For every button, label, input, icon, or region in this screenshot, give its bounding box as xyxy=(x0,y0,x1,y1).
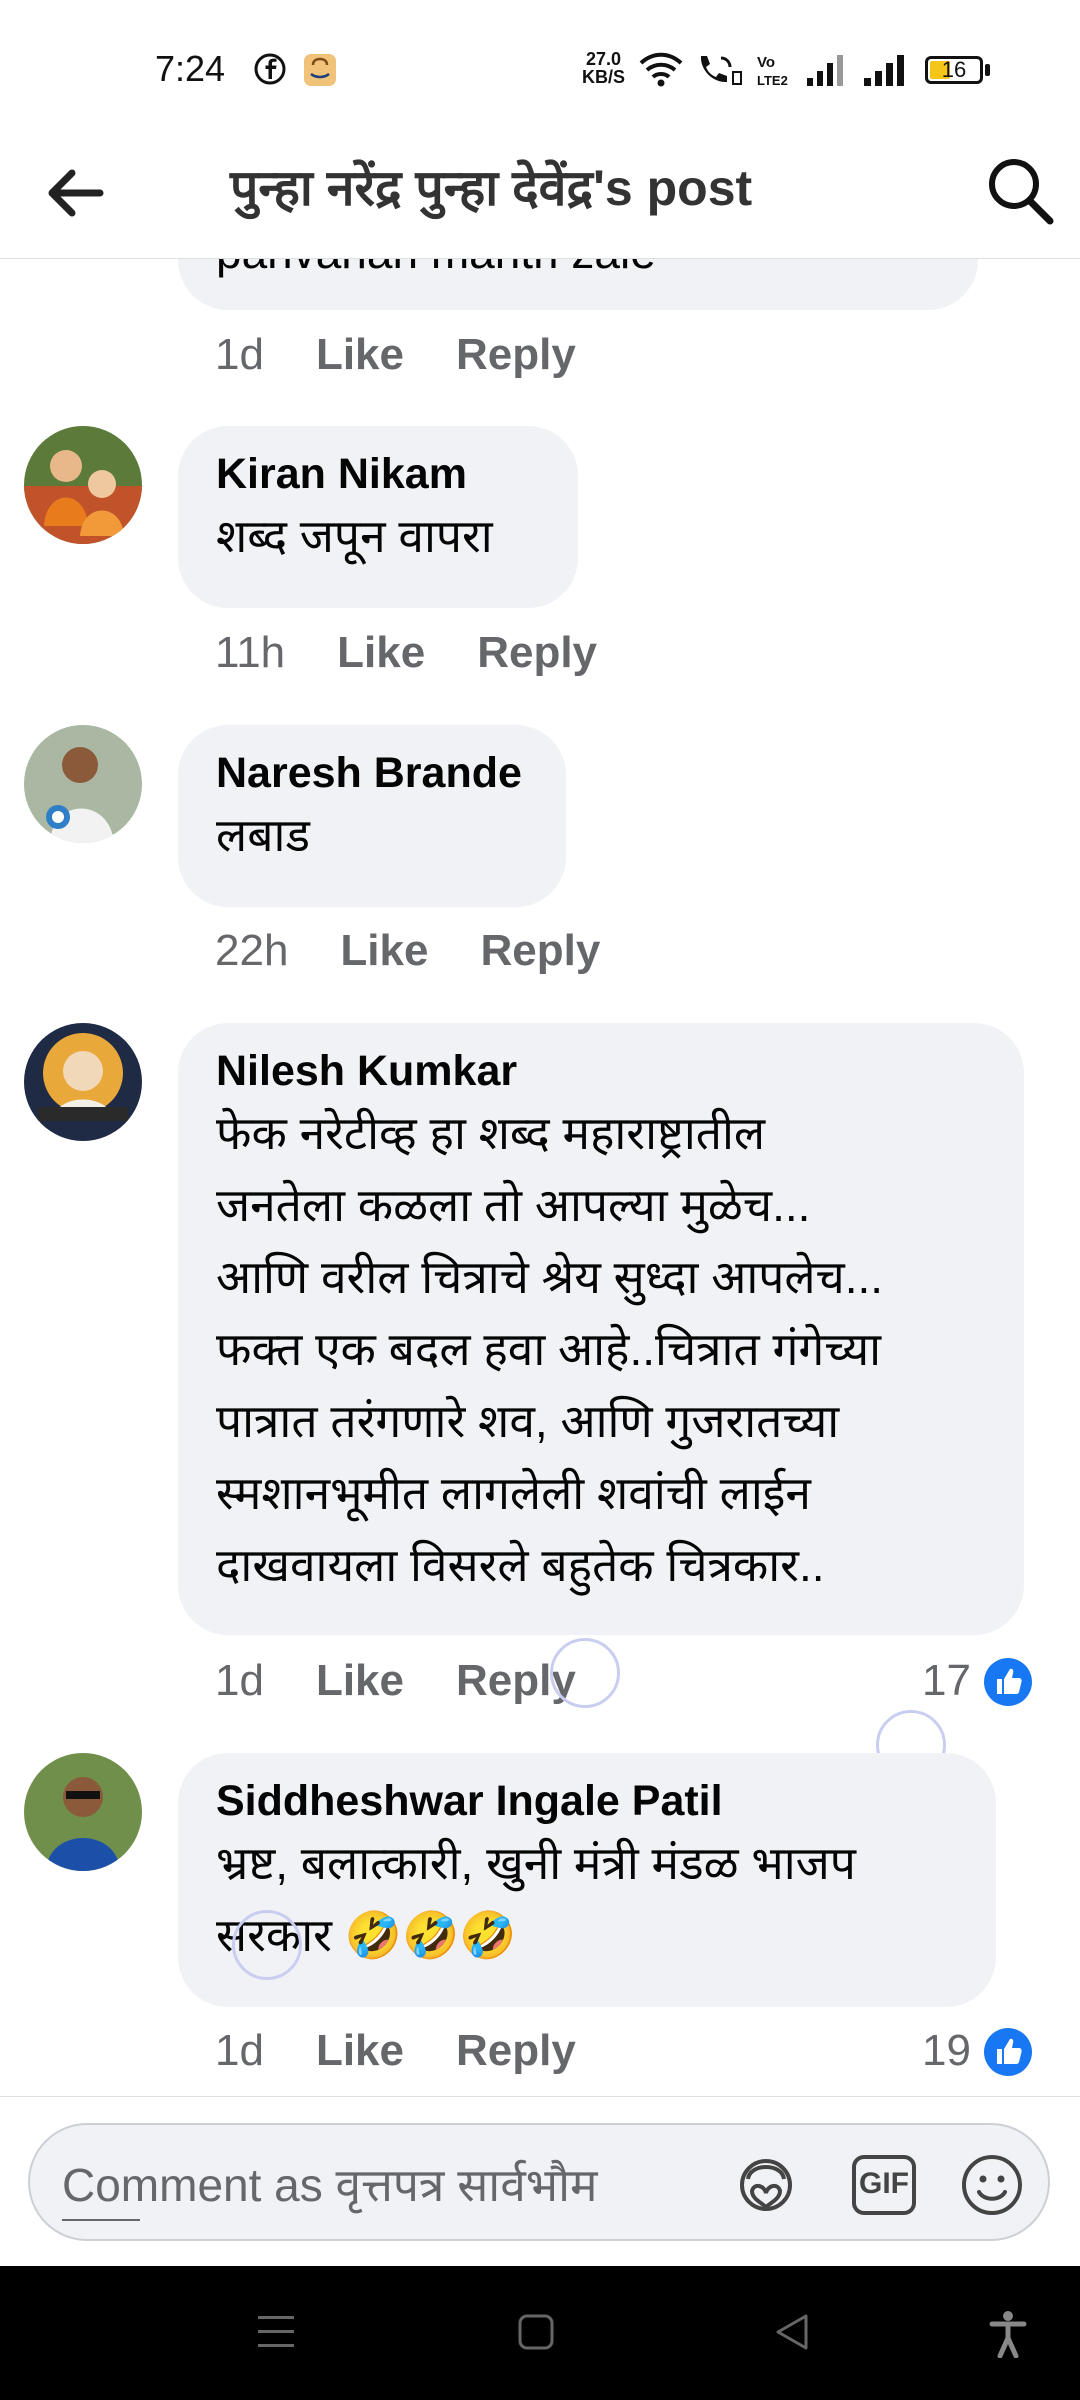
gif-button[interactable]: GIF xyxy=(848,2149,920,2221)
avatar[interactable] xyxy=(24,426,142,544)
network-speed: 27.0 KB/S xyxy=(582,49,626,87)
comment-text: भ्रष्ट, बलात्कारी, खुनी मंत्री मंडळ भाजप… xyxy=(216,1837,856,1961)
comment-text: लबाड xyxy=(216,809,310,861)
emoji-icon[interactable] xyxy=(956,2149,1028,2221)
like-button[interactable]: Like xyxy=(316,1656,404,1705)
like-reaction-icon xyxy=(984,2028,1032,2076)
touch-indicator xyxy=(232,1910,302,1980)
status-time: 7:24 xyxy=(155,48,226,89)
volte-icon: Vo LTE2 xyxy=(757,54,788,88)
comment-author[interactable]: Kiran Nikam xyxy=(216,448,542,500)
comment-time: 1d xyxy=(215,1656,264,1705)
comment-placeholder: Comment as वृत्तपत्र सार्वभौम xyxy=(62,2159,598,2211)
comment-author[interactable]: Nilesh Kumkar xyxy=(216,1045,988,1097)
comment-time: 22h xyxy=(215,926,289,975)
avatar-sticker-icon[interactable] xyxy=(730,2149,802,2221)
comment-bubble[interactable]: Siddheshwar Ingale Patil भ्रष्ट, बलात्का… xyxy=(178,1753,996,2007)
comment-actions: 1d Like Reply xyxy=(215,330,628,380)
back-triangle-icon[interactable] xyxy=(772,2310,812,2354)
system-nav-bar xyxy=(0,2266,1080,2400)
comment-bubble[interactable]: parivahan mantri zale xyxy=(178,258,978,310)
comment-text: शब्द जपून वापरा xyxy=(216,510,493,562)
back-button[interactable] xyxy=(40,158,110,228)
facebook-icon xyxy=(254,53,286,85)
comment-bubble[interactable]: Nilesh Kumkar फेक नरेटीव्ह हा शब्द महारा… xyxy=(178,1023,1024,1635)
comment-author[interactable]: Naresh Brande xyxy=(216,747,530,799)
svg-text:LTE2: LTE2 xyxy=(757,73,788,88)
like-button[interactable]: Like xyxy=(337,628,425,677)
comment-time: 11h xyxy=(215,628,286,677)
svg-text:Vo: Vo xyxy=(757,54,775,71)
menu-icon[interactable] xyxy=(256,2310,296,2354)
home-square-icon[interactable] xyxy=(516,2310,556,2354)
battery-icon: 16 xyxy=(925,56,983,84)
comment-composer-area: Comment as वृत्तपत्र सार्वभौम GIF xyxy=(0,2096,1080,2267)
comment-text: फेक नरेटीव्ह हा शब्द महाराष्ट्रातील जनते… xyxy=(216,1107,884,1591)
page-title: पुन्हा नरेंद्र पुन्हा देवेंद्र's post xyxy=(230,160,753,216)
comment-author[interactable]: Siddheshwar Ingale Patil xyxy=(216,1775,960,1827)
avatar[interactable] xyxy=(24,725,142,843)
like-button[interactable]: Like xyxy=(340,926,428,975)
search-icon xyxy=(989,159,1054,225)
accessibility-icon[interactable] xyxy=(988,2310,1028,2358)
wifi-icon xyxy=(639,52,683,87)
reply-button[interactable]: Reply xyxy=(456,2026,576,2075)
reply-button[interactable]: Reply xyxy=(480,926,600,975)
comment-actions: 22h Like Reply xyxy=(215,926,652,976)
comments-list[interactable]: parivahan mantri zale 1d Like Reply Kiran … xyxy=(0,258,1080,2096)
avatar[interactable] xyxy=(24,1023,142,1141)
reply-button[interactable]: Reply xyxy=(456,330,576,379)
avatar[interactable] xyxy=(24,1753,142,1871)
signal-icon xyxy=(864,55,904,86)
comment-bubble[interactable]: Naresh Brande लबाड xyxy=(178,725,566,907)
gif-icon: GIF xyxy=(859,2167,909,2200)
like-button[interactable]: Like xyxy=(316,330,404,379)
search-button[interactable] xyxy=(982,150,1062,230)
comment-time: 1d xyxy=(215,2026,264,2075)
reaction-count[interactable]: 19 xyxy=(922,2026,971,2076)
wifi-calling-icon xyxy=(700,56,742,85)
comment-text: parivahan mantri zale xyxy=(216,258,656,288)
comment-input[interactable]: Comment as वृत्तपत्र सार्वभौम GIF xyxy=(28,2123,1050,2241)
app-header: पुन्हा नरेंद्र पुन्हा देवेंद्र's post xyxy=(0,140,1080,259)
reaction-count[interactable]: 17 xyxy=(922,1656,971,1706)
comment-time: 1d xyxy=(215,330,264,379)
comment-actions: 11h Like Reply xyxy=(215,628,649,678)
like-button[interactable]: Like xyxy=(316,2026,404,2075)
amazon-icon xyxy=(304,54,336,86)
reply-button[interactable]: Reply xyxy=(477,628,597,677)
status-bar: 7:24 27.0 KB/S Vo LTE2 16 xyxy=(0,0,1080,140)
like-reaction-icon xyxy=(984,1658,1032,1706)
arrow-left-icon xyxy=(48,169,104,217)
comment-actions: 1d Like Reply xyxy=(215,2026,628,2076)
signal-icon xyxy=(807,55,843,86)
touch-indicator xyxy=(550,1638,620,1708)
comment-bubble[interactable]: Kiran Nikam शब्द जपून वापरा xyxy=(178,426,578,608)
